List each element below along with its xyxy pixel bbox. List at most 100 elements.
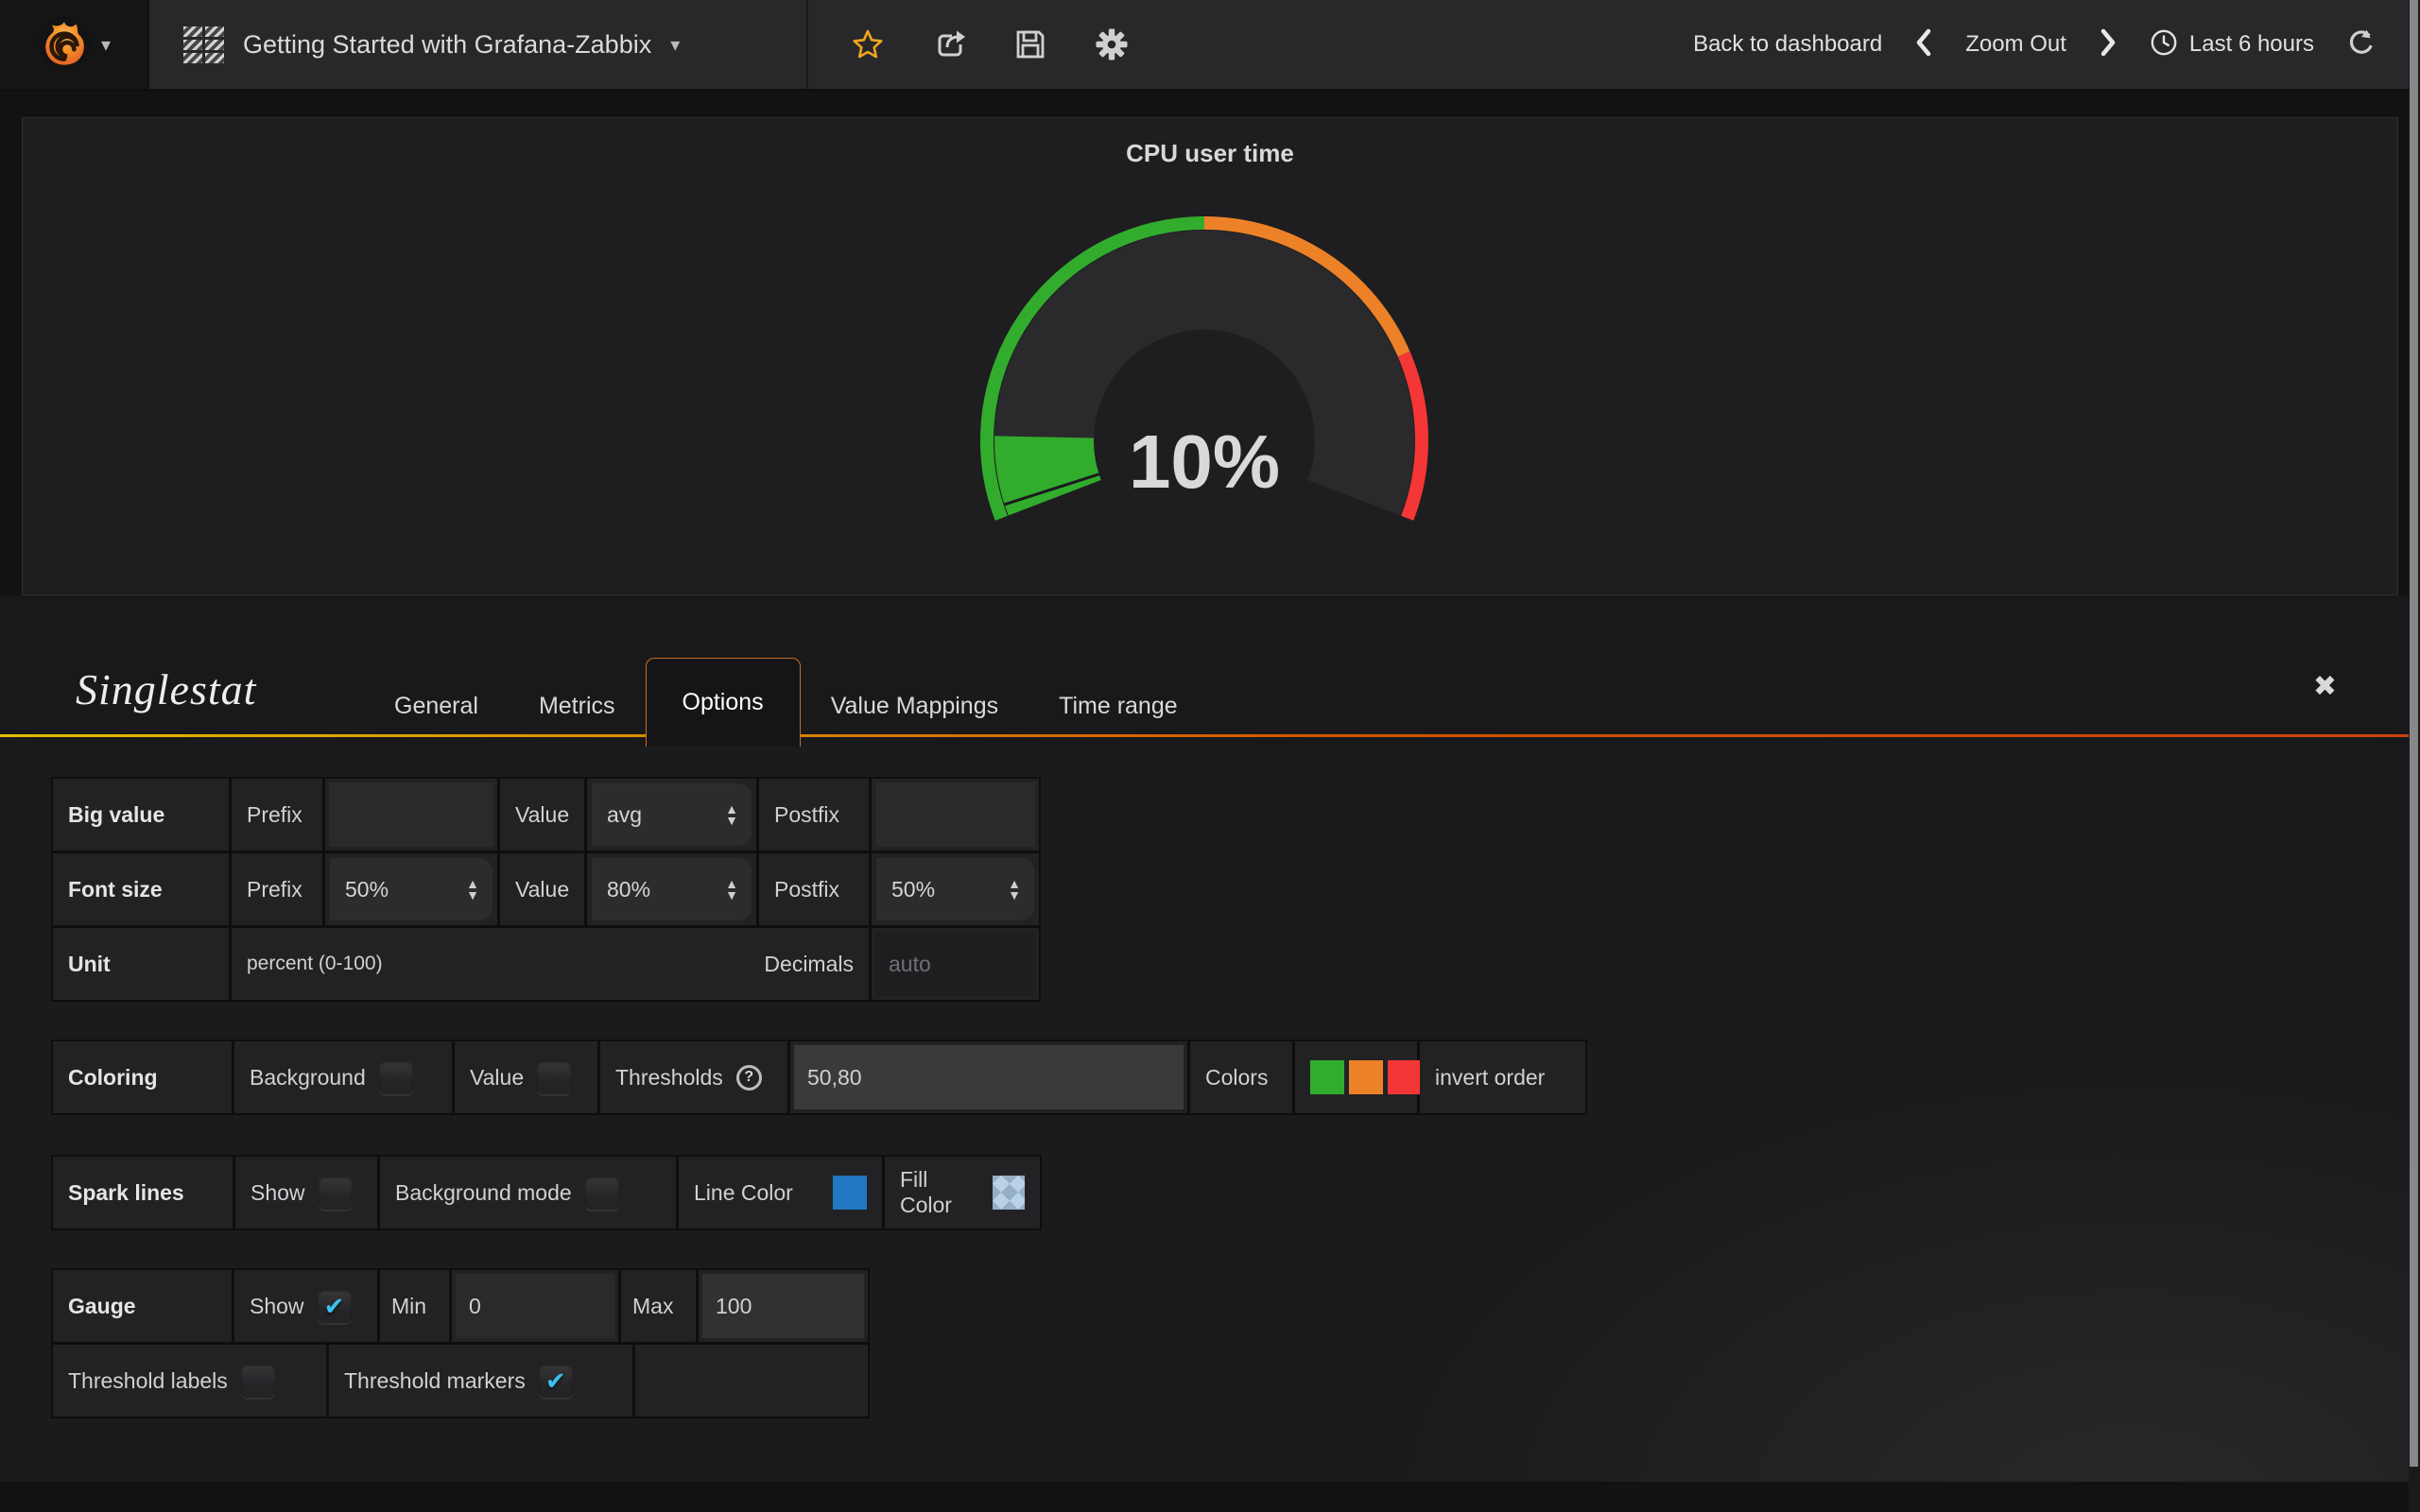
spark-lines-row: Spark lines Show Background mode Line Co… [53, 1157, 1040, 1228]
share-icon[interactable] [932, 27, 966, 61]
title-caret-icon: ▾ [670, 33, 680, 57]
green-color-swatch[interactable] [1310, 1060, 1344, 1094]
font-size-prefix-label: Prefix [247, 877, 302, 902]
gauge-row: Gauge Show Min Max [53, 1270, 868, 1342]
coloring-value-label: Value [470, 1065, 524, 1091]
value-size-value: 80% [607, 877, 650, 902]
line-color-swatch[interactable] [833, 1176, 867, 1210]
tab-value-mappings[interactable]: Value Mappings [801, 693, 1028, 720]
dashboard-title-button[interactable]: Getting Started with Grafana-Zabbix ▾ [149, 0, 808, 89]
close-editor-icon[interactable]: ✖ [2313, 670, 2337, 703]
thresholds-input[interactable] [794, 1045, 1184, 1109]
coloring-section: Coloring Background Value Thresholds ? C… [51, 1040, 1587, 1115]
navbar-right: Back to dashboard Zoom Out Last 6 hours [1693, 0, 2420, 89]
coloring-value-checkbox[interactable] [537, 1061, 571, 1094]
select-arrows-icon: ▲▼ [1008, 878, 1021, 901]
background-mode-label: Background mode [395, 1180, 572, 1206]
threshold-markers-checkbox[interactable] [539, 1365, 573, 1398]
gauge-options-section: Gauge Show Min Max Threshold labels Thre… [51, 1268, 870, 1418]
big-value-label: Big value [68, 802, 164, 828]
save-icon[interactable] [1013, 27, 1047, 61]
spark-show-label: Show [251, 1180, 305, 1206]
dashboard-title: Getting Started with Grafana-Zabbix [243, 30, 651, 60]
tab-metrics[interactable]: Metrics [509, 693, 646, 720]
fill-color-label: Fill Color [900, 1167, 979, 1218]
coloring-label: Coloring [68, 1065, 158, 1091]
gauge-min-label: Min [391, 1294, 426, 1319]
thresholds-label: Thresholds [615, 1065, 723, 1091]
big-value-prefix-input[interactable] [329, 782, 493, 847]
panel-editor-header: Singlestat General Metrics Options Value… [0, 595, 2420, 747]
big-value-postfix-label: Postfix [774, 802, 839, 828]
big-value-prefix-label: Prefix [247, 802, 302, 828]
invert-order-button[interactable]: invert order [1435, 1065, 1545, 1091]
tab-accent-line [0, 734, 2420, 737]
postfix-font-size-select[interactable]: 50% ▲▼ [876, 858, 1034, 920]
font-size-label: Font size [68, 877, 163, 902]
red-color-swatch[interactable] [1388, 1060, 1422, 1094]
select-arrows-icon: ▲▼ [725, 878, 738, 901]
tab-time-range[interactable]: Time range [1028, 693, 1208, 720]
big-value-stat-select[interactable]: avg ▲▼ [592, 783, 752, 846]
cpu-gauge-chart: 10% [959, 214, 1450, 530]
background-mode-checkbox[interactable] [585, 1177, 619, 1210]
decimals-label: Decimals [764, 952, 854, 977]
time-range-picker[interactable]: Last 6 hours [2150, 28, 2314, 61]
spark-lines-label: Spark lines [68, 1180, 184, 1206]
value-options-section: Big value Prefix Value avg ▲▼ Postfix Fo… [51, 777, 1041, 1002]
navbar-actions [808, 0, 1171, 89]
grafana-logo-icon [37, 15, 92, 75]
grafana-logo-button[interactable]: ▾ [0, 0, 149, 89]
editor-tabs: General Metrics Options Value Mappings T… [364, 658, 1208, 747]
coloring-background-label: Background [250, 1065, 366, 1091]
gauge-label: Gauge [68, 1294, 136, 1319]
orange-color-swatch[interactable] [1349, 1060, 1383, 1094]
clock-icon [2150, 28, 2178, 61]
line-color-label: Line Color [694, 1180, 793, 1206]
time-shift-right-button[interactable] [2099, 27, 2118, 62]
star-icon[interactable] [851, 27, 885, 61]
navbar: ▾ Getting Started with Grafana-Zabbix ▾ [0, 0, 2420, 91]
threshold-options-row: Threshold labels Threshold markers [53, 1345, 868, 1417]
decimals-input[interactable] [875, 932, 1035, 996]
select-arrows-icon: ▲▼ [725, 803, 738, 826]
stat-select-value: avg [607, 802, 642, 828]
coloring-background-checkbox[interactable] [379, 1061, 413, 1094]
svg-text:10%: 10% [1129, 420, 1280, 504]
settings-gear-icon[interactable] [1095, 27, 1129, 61]
threshold-markers-label: Threshold markers [344, 1368, 526, 1394]
colors-label: Colors [1205, 1065, 1268, 1091]
gauge-min-input[interactable] [456, 1274, 614, 1338]
spark-show-checkbox[interactable] [319, 1177, 353, 1210]
zoom-out-button[interactable]: Zoom Out [1965, 31, 2066, 58]
unit-label: Unit [68, 952, 111, 977]
threshold-labels-checkbox[interactable] [241, 1365, 275, 1398]
threshold-color-swatches [1310, 1060, 1422, 1094]
big-value-value-label: Value [515, 802, 569, 828]
scrollbar-thumb[interactable] [2410, 0, 2418, 1467]
unit-picker[interactable]: percent (0-100) [247, 953, 383, 975]
unit-row: Unit percent (0-100) Decimals [53, 928, 1039, 1000]
tab-general[interactable]: General [364, 693, 509, 720]
dashboard-icon [183, 26, 224, 63]
time-range-label: Last 6 hours [2189, 31, 2314, 58]
editor-content: Big value Prefix Value avg ▲▼ Postfix Fo… [0, 747, 2420, 1482]
font-size-row: Font size Prefix 50% ▲▼ Value 80% ▲▼ Pos… [53, 853, 1039, 925]
fill-color-swatch[interactable] [993, 1176, 1025, 1210]
time-shift-left-button[interactable] [1914, 27, 1933, 62]
gauge-max-input[interactable] [702, 1274, 864, 1338]
big-value-postfix-input[interactable] [875, 782, 1035, 847]
gauge-panel: CPU user time 10% [22, 117, 2398, 595]
gauge-show-checkbox[interactable] [318, 1290, 352, 1323]
font-size-postfix-label: Postfix [774, 877, 839, 902]
value-font-size-select[interactable]: 80% ▲▼ [592, 858, 752, 920]
refresh-icon[interactable] [2346, 27, 2377, 62]
panel-title[interactable]: CPU user time [23, 118, 2397, 168]
big-value-row: Big value Prefix Value avg ▲▼ Postfix [53, 779, 1039, 850]
tab-options[interactable]: Options [646, 658, 801, 747]
prefix-size-value: 50% [345, 877, 389, 902]
thresholds-help-icon[interactable]: ? [736, 1065, 762, 1091]
prefix-font-size-select[interactable]: 50% ▲▼ [330, 858, 493, 920]
postfix-size-value: 50% [891, 877, 935, 902]
back-to-dashboard-button[interactable]: Back to dashboard [1693, 31, 1882, 58]
